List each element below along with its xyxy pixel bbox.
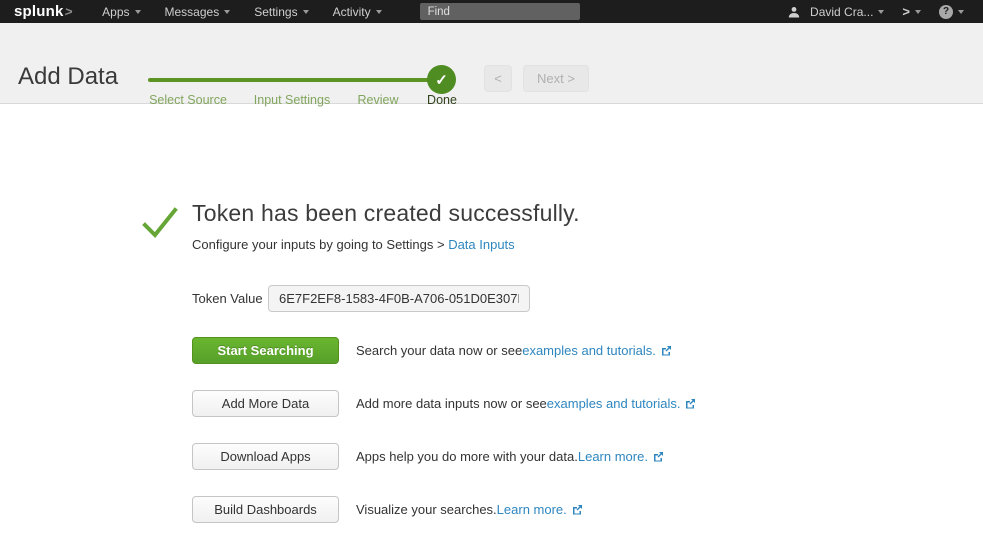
user-name-label: David Cra... (810, 5, 873, 19)
next-steps-actions: Start Searching Search your data now or … (192, 337, 983, 523)
success-title: Token has been created successfully. (192, 200, 983, 227)
action-row-start-searching: Start Searching Search your data now or … (192, 337, 983, 364)
help-icon: ? (939, 5, 953, 19)
download-apps-button[interactable]: Download Apps (192, 443, 339, 470)
nav-menu-activity-label: Activity (333, 5, 371, 19)
start-searching-button[interactable]: Start Searching (192, 337, 339, 364)
learn-more-link[interactable]: Learn more. (578, 449, 648, 464)
back-button[interactable]: < (484, 65, 512, 92)
data-inputs-link[interactable]: Data Inputs (448, 237, 515, 252)
external-link-icon[interactable] (653, 451, 664, 462)
find-search-input[interactable] (420, 3, 580, 20)
wizard-navigation: < Next > (484, 65, 589, 92)
user-avatar-icon (788, 6, 800, 18)
top-navbar: splunk > Apps Messages Settings Activity… (0, 0, 983, 23)
examples-tutorials-link[interactable]: examples and tutorials. (522, 343, 656, 358)
examples-tutorials-link[interactable]: examples and tutorials. (547, 396, 681, 411)
action-text: Apps help you do more with your data. (356, 449, 578, 464)
console-icon: > (902, 4, 910, 19)
nav-menu-settings[interactable]: Settings (242, 0, 320, 23)
wizard-step-done: Done (427, 93, 457, 107)
next-button[interactable]: Next > (523, 65, 589, 92)
action-row-build-dashboards: Build Dashboards Visualize your searches… (192, 496, 983, 523)
navbar-right-section: David Cra... > ? (779, 0, 973, 23)
main-content: Token has been created successfully. Con… (0, 104, 983, 539)
nav-menu-messages-label: Messages (165, 5, 220, 19)
token-row: Token Value (192, 285, 983, 312)
action-description: Search your data now or see examples and… (356, 343, 672, 358)
splunk-logo-arrow-icon: > (63, 4, 73, 19)
external-link-icon[interactable] (661, 345, 672, 356)
token-value-label: Token Value (192, 291, 268, 306)
splunk-logo-text: splunk (14, 3, 64, 20)
console-menu[interactable]: > (893, 0, 930, 23)
nav-menu-messages[interactable]: Messages (153, 0, 243, 23)
wizard-step-select-source: Select Source (149, 93, 227, 107)
action-text: Search your data now or see (356, 343, 522, 358)
wizard-progress-line (148, 78, 443, 82)
action-row-add-more-data: Add More Data Add more data inputs now o… (192, 390, 983, 417)
wizard-step-review: Review (358, 93, 399, 107)
action-text: Add more data inputs now or see (356, 396, 547, 411)
action-description: Visualize your searches. Learn more. (356, 502, 583, 517)
nav-menu-apps-label: Apps (102, 5, 129, 19)
page-title: Add Data (18, 63, 118, 91)
user-menu[interactable]: David Cra... (779, 0, 893, 23)
page-header: Add Data ✓ Select Source Input Settings … (0, 23, 983, 104)
chevron-down-icon (958, 10, 964, 14)
wizard-progress: ✓ Select Source Input Settings Review Do… (148, 23, 458, 104)
subtitle-text: Configure your inputs by going to Settin… (192, 237, 448, 252)
chevron-down-icon (376, 10, 382, 14)
chevron-down-icon (878, 10, 884, 14)
nav-menu-apps[interactable]: Apps (90, 0, 152, 23)
action-description: Apps help you do more with your data. Le… (356, 449, 664, 464)
nav-menu-activity[interactable]: Activity (321, 0, 394, 23)
build-dashboards-button[interactable]: Build Dashboards (192, 496, 339, 523)
external-link-icon[interactable] (572, 504, 583, 515)
chevron-down-icon (224, 10, 230, 14)
wizard-done-check-icon: ✓ (427, 65, 456, 94)
success-subtitle: Configure your inputs by going to Settin… (192, 237, 983, 252)
chevron-down-icon (915, 10, 921, 14)
add-more-data-button[interactable]: Add More Data (192, 390, 339, 417)
learn-more-link[interactable]: Learn more. (497, 502, 567, 517)
chevron-down-icon (135, 10, 141, 14)
action-text: Visualize your searches. (356, 502, 497, 517)
chevron-down-icon (303, 10, 309, 14)
token-value-field[interactable] (268, 285, 530, 312)
action-description: Add more data inputs now or see examples… (356, 396, 696, 411)
help-menu[interactable]: ? (930, 0, 973, 23)
splunk-logo[interactable]: splunk > (14, 3, 72, 20)
external-link-icon[interactable] (685, 398, 696, 409)
wizard-step-input-settings: Input Settings (254, 93, 330, 107)
action-row-download-apps: Download Apps Apps help you do more with… (192, 443, 983, 470)
success-check-icon (140, 200, 192, 539)
nav-menu-settings-label: Settings (254, 5, 297, 19)
